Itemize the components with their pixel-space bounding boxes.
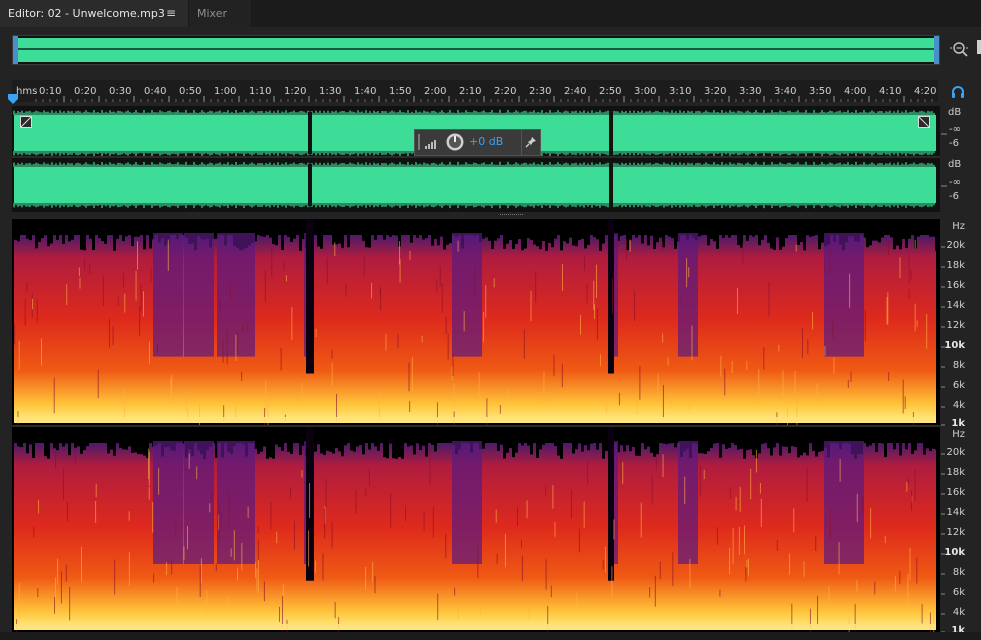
frequency-label: 18k — [946, 467, 965, 478]
ruler-tick-label: 3:20 — [704, 86, 726, 97]
view-splitter-handle[interactable] — [500, 213, 524, 216]
ch1-inf-label: -∞ — [949, 124, 961, 135]
ch1-minus6-label: -6 — [949, 138, 959, 149]
ruler-tick-label: 0:30 — [109, 86, 131, 97]
spectrogram-channel-1 — [14, 219, 938, 445]
time-ruler-graphics: hms 0:10 0:20 0:30 0:40 0:50 1:00 1:10 1:20 1:30… — [16, 86, 940, 102]
amplitude-scale: dB -∞ -6 dB -∞ -6 — [941, 106, 981, 212]
headphone-icon[interactable] — [950, 84, 966, 100]
ruler-tick-label: 2:50 — [599, 86, 621, 97]
frequency-label: 14k — [946, 507, 965, 518]
zoom-icon[interactable] — [948, 38, 970, 60]
spectrogram-graphics — [12, 219, 940, 640]
spectral-frequency-display[interactable] — [12, 219, 940, 640]
overview-left-handle — [13, 36, 18, 64]
frequency-label: 14k — [946, 300, 965, 311]
fade-out-handle-icon[interactable] — [918, 116, 930, 128]
overview-navigator[interactable] — [12, 35, 940, 65]
hud-divider — [521, 130, 522, 155]
ruler-tick-label: 3:00 — [634, 86, 656, 97]
tab-mixer[interactable]: Mixer — [189, 0, 251, 27]
overview-right-handle — [934, 36, 939, 64]
frequency-label: 16k — [946, 487, 965, 498]
tab-mixer-label: Mixer — [197, 7, 228, 20]
time-ruler[interactable]: hms 0:10 0:20 0:30 0:40 0:50 1:00 1:10 1:20 1:30… — [12, 80, 940, 102]
frequency-label: 8k — [952, 360, 965, 371]
ruler-tick-label: 2:10 — [459, 86, 481, 97]
frequency-label: 10k — [944, 340, 965, 351]
ruler-tick-label: 0:10 — [39, 86, 61, 97]
ruler-tick-label: 1:00 — [214, 86, 236, 97]
frequency-scale: Hz Hz 20k 18k 16k 14k 12k 10k 8k 6k 4k 1k 20k 18k 16… — [941, 219, 981, 636]
waveform-view[interactable] — [12, 106, 940, 212]
spectrum-channel-divider — [12, 425, 940, 427]
ruler-tick-label: 1:50 — [389, 86, 411, 97]
ruler-tick-label: 0:40 — [144, 86, 166, 97]
waveform-graphics — [12, 109, 940, 209]
tab-editor-label: Editor: 02 - Unwelcome.mp3 — [8, 7, 165, 20]
ruler-tick-label: 0:20 — [74, 86, 96, 97]
frequency-label: 6k — [952, 587, 965, 598]
level-meter-icon — [418, 134, 436, 150]
ruler-tick-label: 4:10 — [879, 86, 901, 97]
gain-hud[interactable]: +0 dB — [414, 129, 541, 156]
frequency-label: 20k — [946, 447, 965, 458]
frequency-label: 20k — [946, 240, 965, 251]
ruler-tick-label: 2:40 — [564, 86, 586, 97]
frequency-label: 8k — [952, 567, 965, 578]
ruler-tick-label: 2:30 — [529, 86, 551, 97]
ruler-tick-label: 0:50 — [179, 86, 201, 97]
ch1-db-label: dB — [948, 107, 962, 118]
waveform-channel-2 — [13, 161, 936, 209]
ruler-tick-label: 2:00 — [424, 86, 446, 97]
ruler-tick-label: 1:30 — [319, 86, 341, 97]
frequency-label: 16k — [946, 280, 965, 291]
ruler-unit-label: hms — [16, 86, 37, 97]
tab-menu-icon[interactable]: ≡ — [163, 0, 179, 27]
frequency-label: 4k — [952, 400, 965, 411]
overview-waveform — [13, 36, 939, 64]
pin-icon[interactable] — [525, 136, 537, 148]
frequency-label: 1k — [951, 418, 965, 429]
ruler-tick-label: 3:50 — [809, 86, 831, 97]
bottom-edge — [0, 632, 981, 640]
ch2-db-label: dB — [948, 159, 962, 170]
ruler-tick-label: 1:20 — [284, 86, 306, 97]
frequency-label: 12k — [946, 527, 965, 538]
ruler-tick-label: 1:40 — [354, 86, 376, 97]
spectrogram-channel-2 — [14, 427, 938, 640]
hz-unit-ch1: Hz — [952, 221, 965, 232]
frequency-label: 6k — [952, 380, 965, 391]
fade-in-handle-icon[interactable] — [20, 116, 32, 128]
gain-value: +0 dB — [469, 135, 504, 148]
frequency-label: 4k — [952, 607, 965, 618]
tab-editor[interactable]: Editor: 02 - Unwelcome.mp3 — [0, 0, 188, 27]
ruler-tick-label: 3:10 — [669, 86, 691, 97]
frequency-label: 12k — [946, 320, 965, 331]
ruler-tick-label: 2:20 — [494, 86, 516, 97]
frequency-label: 18k — [946, 260, 965, 271]
panel-edge-marker — [977, 40, 981, 54]
ruler-tick-label: 1:10 — [249, 86, 271, 97]
ch2-minus6-label: -6 — [949, 191, 959, 202]
ruler-tick-label: 3:30 — [739, 86, 761, 97]
ch2-inf-label: -∞ — [949, 177, 961, 188]
knob-icon[interactable] — [445, 132, 465, 152]
frequency-label: 10k — [944, 547, 965, 558]
hz-unit-ch2: Hz — [952, 429, 965, 440]
ruler-tick-label: 4:00 — [844, 86, 866, 97]
ruler-tick-label: 4:20 — [914, 86, 936, 97]
playhead-marker[interactable] — [7, 93, 19, 105]
ruler-tick-label: 3:40 — [774, 86, 796, 97]
